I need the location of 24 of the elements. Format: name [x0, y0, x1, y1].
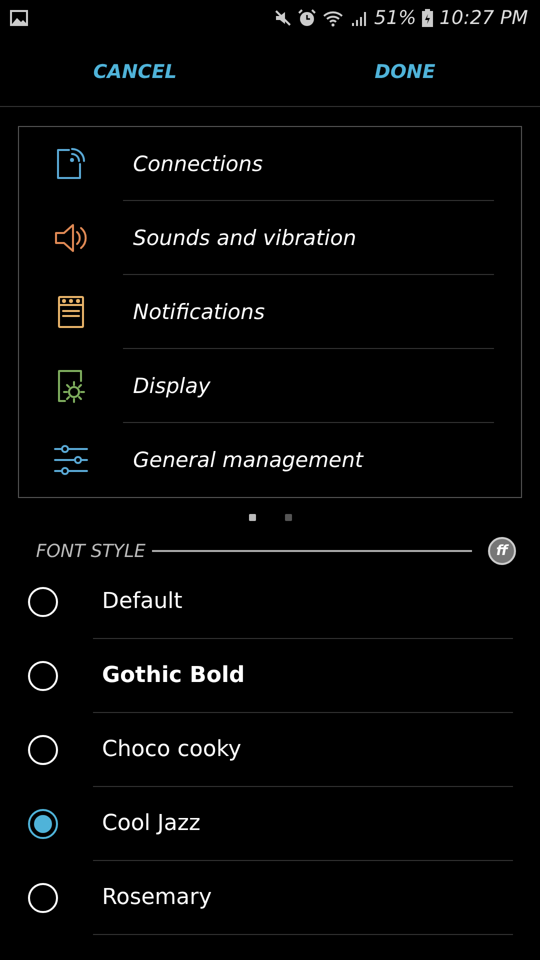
font-badge-icon: ff — [488, 537, 516, 565]
done-button[interactable]: DONE — [270, 36, 540, 106]
font-option-label[interactable]: Rosemary — [93, 861, 513, 935]
menu-item-label: Notifications — [123, 275, 494, 349]
menu-item-label: Connections — [123, 127, 494, 201]
font-option-label[interactable]: Default — [93, 565, 513, 639]
signal-icon — [350, 9, 368, 27]
section-title: FONT STYLE — [36, 540, 146, 562]
cancel-button[interactable]: CANCEL — [0, 36, 270, 106]
radio-button[interactable] — [28, 809, 58, 839]
sliders-icon — [53, 442, 89, 478]
battery-percent: 51% — [374, 7, 416, 29]
menu-item-label: General management — [132, 447, 365, 474]
menu-item-label: Display — [123, 349, 494, 423]
font-option-label[interactable]: Cool Jazz — [93, 787, 513, 861]
alarm-clock-icon — [298, 9, 316, 27]
battery-charging-icon — [422, 9, 434, 27]
menu-item-label: Sounds and vibration — [123, 201, 494, 275]
wifi-icon — [322, 9, 344, 27]
font-option-label[interactable]: Choco cooky — [93, 713, 513, 787]
mute-icon — [274, 9, 292, 27]
clock-time: 10:27 PM — [439, 7, 528, 29]
image-icon — [10, 10, 28, 26]
font-option-label[interactable]: Gothic Bold — [93, 639, 513, 713]
